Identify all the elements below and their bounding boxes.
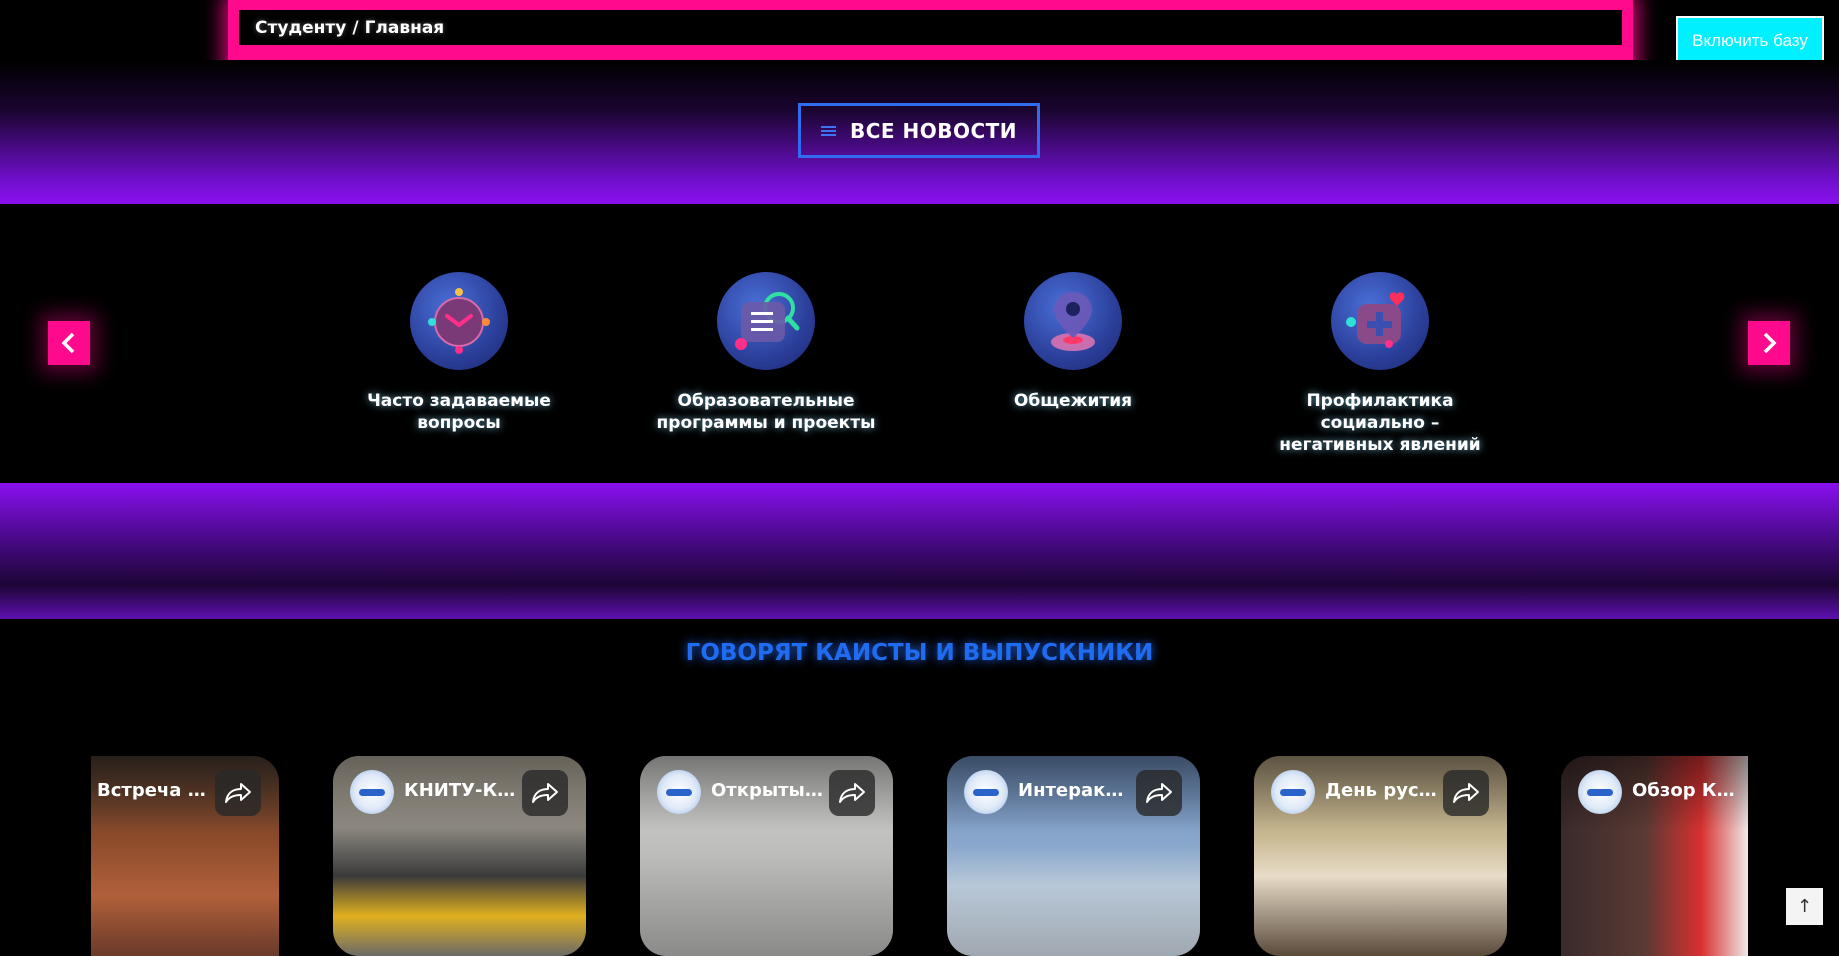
video-card[interactable]: Встреча и.о... (91, 756, 279, 956)
document-search-icon (717, 272, 815, 370)
carousel-prev-button[interactable] (48, 321, 90, 365)
all-news-label: ВСЕ НОВОСТИ (849, 118, 1018, 143)
service-prevention-label-2: негативных явлений (1279, 435, 1481, 455)
medical-cross-icon (1331, 272, 1429, 370)
service-prevention[interactable]: Профилактика социально – негативных явле… (1255, 272, 1505, 456)
channel-avatar (657, 770, 701, 814)
service-education-programs[interactable]: Образовательные программы и проекты (641, 272, 891, 434)
channel-avatar (1271, 770, 1315, 814)
breadcrumb-current: Главная (364, 17, 445, 38)
middle-gradient-band (0, 483, 1839, 619)
share-icon (1453, 783, 1479, 803)
chevron-left-icon (61, 332, 75, 354)
service-dormitories-label: Общежития (1013, 391, 1133, 411)
share-icon (225, 783, 251, 803)
video-card[interactable]: КНИТУ-КАИ ... (333, 756, 586, 956)
scroll-to-top-button[interactable]: ↑ (1786, 888, 1823, 925)
share-button[interactable] (1443, 770, 1489, 816)
services-carousel: Часто задаваемые вопросы Образовательные… (0, 204, 1839, 483)
breadcrumb-separator: / (352, 17, 359, 38)
share-button[interactable] (1136, 770, 1182, 816)
share-button[interactable] (522, 770, 568, 816)
breadcrumb: Студенту / Главная (239, 10, 1622, 45)
service-education-label: Образовательные (677, 391, 855, 411)
channel-avatar (964, 770, 1008, 814)
location-pin-icon (1024, 272, 1122, 370)
share-icon (1146, 783, 1172, 803)
share-button[interactable] (829, 770, 875, 816)
reviews-section-title: ГОВОРЯТ КАИСТЫ И ВЫПУСКНИКИ (685, 640, 1154, 666)
share-icon (839, 783, 865, 803)
channel-avatar (1578, 770, 1622, 814)
video-title: Интерактив... (1018, 780, 1130, 801)
carousel-next-button[interactable] (1748, 321, 1790, 365)
breadcrumb-parent-link[interactable]: Студенту (255, 18, 346, 38)
video-title: День русско... (1325, 780, 1437, 801)
service-education-label-2: программы и проекты (656, 413, 876, 433)
service-prevention-label: Профилактика социально – (1306, 391, 1454, 433)
video-title: Открытый ... (711, 780, 823, 801)
service-faq-label: Часто задаваемые вопросы (367, 391, 551, 433)
share-button[interactable] (215, 770, 261, 816)
video-card[interactable]: День русско... (1254, 756, 1507, 956)
video-card[interactable]: Открытый ... (640, 756, 893, 956)
all-news-button[interactable]: ВСЕ НОВОСТИ (798, 103, 1040, 158)
enable-base-button[interactable]: Включить базу (1676, 16, 1824, 65)
channel-avatar (350, 770, 394, 814)
service-dormitories[interactable]: Общежития (948, 272, 1198, 412)
video-card[interactable]: Интерактив... (947, 756, 1200, 956)
video-card[interactable]: Обзор КАИ (1561, 756, 1748, 956)
video-title: Встреча и.о... (97, 780, 215, 801)
video-title: КНИТУ-КАИ ... (404, 780, 516, 801)
video-title: Обзор КАИ (1632, 780, 1744, 801)
chevron-right-icon (1763, 332, 1777, 354)
list-icon (820, 125, 836, 136)
service-faq[interactable]: Часто задаваемые вопросы (334, 272, 584, 434)
clock-icon (410, 272, 508, 370)
share-icon (532, 783, 558, 803)
